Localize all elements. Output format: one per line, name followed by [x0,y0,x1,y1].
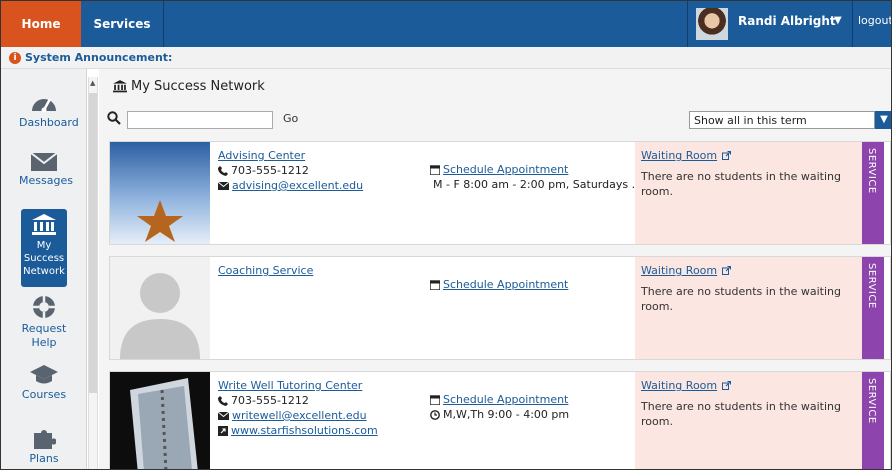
page-title-text: My Success Network [131,79,265,94]
graduation-cap-icon [30,365,58,384]
waiting-room-link[interactable]: Waiting Room [641,263,717,278]
service-tag: SERVICE [862,142,884,244]
schedule-appointment-link[interactable]: Schedule Appointment [443,277,568,292]
sidebar-item-label: Plans [29,452,59,465]
app-frame: Home Services Randi Albright ▼ logout i … [0,0,892,470]
service-info: Coaching Service [218,263,418,278]
search-input[interactable] [127,111,273,129]
sidebar-item-dashboard[interactable]: Dashboard [19,91,79,130]
service-phone: 703-555-1212 [231,394,309,407]
service-tag: SERVICE [862,372,884,469]
phone-icon [218,395,228,406]
external-link-icon[interactable] [722,381,732,390]
appointment-info: Schedule Appointment M,W,Th 9:00 - 4:00 … [430,392,640,422]
sidebar-item-label: Messages [19,174,73,187]
sidebar-item-my-success-network[interactable]: My Success Network [21,209,67,287]
waiting-room-panel: Waiting Room There are no students in th… [635,142,862,244]
user-avatar [696,8,728,40]
waiting-room-message: There are no students in the waiting roo… [641,170,841,198]
search-row: Go Show all in this term ▼ [107,109,891,131]
calendar-icon [430,164,440,175]
waiting-room-panel: Waiting Room There are no students in th… [635,257,862,359]
institution-icon [32,214,56,235]
placeholder-avatar-icon [110,257,210,359]
go-button[interactable]: Go [283,112,298,125]
tab-services[interactable]: Services [81,1,164,47]
info-icon: i [9,51,21,64]
schedule-appointment-link[interactable]: Schedule Appointment [443,162,568,177]
write-well-image [110,372,210,469]
user-name[interactable]: Randi Albright [738,14,836,28]
service-email-link[interactable]: writewell@excellent.edu [232,408,367,423]
scroll-up-icon[interactable]: ▲ [90,79,95,87]
sidebar-item-plans[interactable]: Plans [19,427,69,466]
waiting-room-link[interactable]: Waiting Room [641,378,717,393]
waiting-room-message: There are no students in the waiting roo… [641,400,841,428]
system-announcement-bar: i System Announcement: [1,47,891,69]
calendar-icon [430,279,440,290]
service-email-link[interactable]: advising@excellent.edu [232,178,363,193]
external-link-icon [218,425,228,436]
dashboard-icon [32,98,56,113]
appointment-info: Schedule Appointment [430,277,640,292]
envelope-icon [31,153,57,171]
phone-icon [218,165,228,176]
service-name-link[interactable]: Write Well Tutoring Center [218,378,362,393]
search-icon [107,111,121,125]
sidebar-item-courses[interactable]: Courses [19,365,69,402]
announcement-text: System Announcement: [25,51,173,64]
service-hours: M,W,Th 9:00 - 4:00 pm [443,408,570,421]
external-link-icon[interactable] [722,151,732,160]
main-content: My Success Network Go Show all in this t… [99,69,891,469]
service-info: Write Well Tutoring Center 703-555-1212 … [218,378,418,438]
service-card-write-well-tutoring-center: Write Well Tutoring Center 703-555-1212 … [109,371,891,469]
sidebar-item-label: Courses [21,388,67,401]
service-card-advising-center: Advising Center 703-555-1212 advising@ex… [109,141,891,245]
term-filter-select[interactable]: Show all in this term [689,111,875,129]
puzzle-icon [34,430,56,449]
waiting-room-message: There are no students in the waiting roo… [641,285,841,313]
service-name-link[interactable]: Coaching Service [218,263,313,278]
chevron-down-icon[interactable]: ▼ [875,111,891,129]
service-info: Advising Center 703-555-1212 advising@ex… [218,148,418,193]
caret-down-icon[interactable]: ▼ [834,15,842,26]
clock-icon [430,409,440,420]
user-menu[interactable]: Randi Albright ▼ [687,1,853,47]
waiting-room-panel: Waiting Room There are no students in th… [635,372,862,469]
life-ring-icon [33,296,55,318]
sidebar-item-label: My Success Network [23,240,65,277]
service-name-link[interactable]: Advising Center [218,148,305,163]
page-title: My Success Network [113,79,265,94]
sidebar-item-label: Request Help [21,322,67,349]
advising-center-image [110,142,210,244]
calendar-icon [430,394,440,405]
sidebar-item-label: Dashboard [19,116,79,129]
appointment-info: Schedule Appointment M - F 8:00 am - 2:0… [430,162,643,192]
external-link-icon[interactable] [722,266,732,275]
left-sidebar: Dashboard Messages My Success Network Re… [1,69,87,469]
waiting-room-link[interactable]: Waiting Room [641,148,717,163]
top-nav-bar: Home Services Randi Albright ▼ logout [1,1,891,47]
service-phone: 703-555-1212 [231,164,309,177]
sidebar-item-request-help[interactable]: Request Help [19,295,69,350]
service-website-link[interactable]: www.starfishsolutions.com [231,423,378,438]
schedule-appointment-link[interactable]: Schedule Appointment [443,392,568,407]
service-hours: M - F 8:00 am - 2:00 pm, Saturdays ... [433,178,643,191]
institution-icon [113,80,127,93]
service-tag: SERVICE [862,257,884,359]
logout-link[interactable]: logout [858,14,891,27]
sidebar-item-messages[interactable]: Messages [19,153,73,188]
envelope-icon [218,411,229,420]
envelope-icon [218,181,229,190]
service-card-coaching-service: Coaching Service Schedule Appointment Wa… [109,256,891,360]
sidebar-scrollbar-thumb[interactable] [89,93,97,393]
tab-home[interactable]: Home [1,1,81,47]
